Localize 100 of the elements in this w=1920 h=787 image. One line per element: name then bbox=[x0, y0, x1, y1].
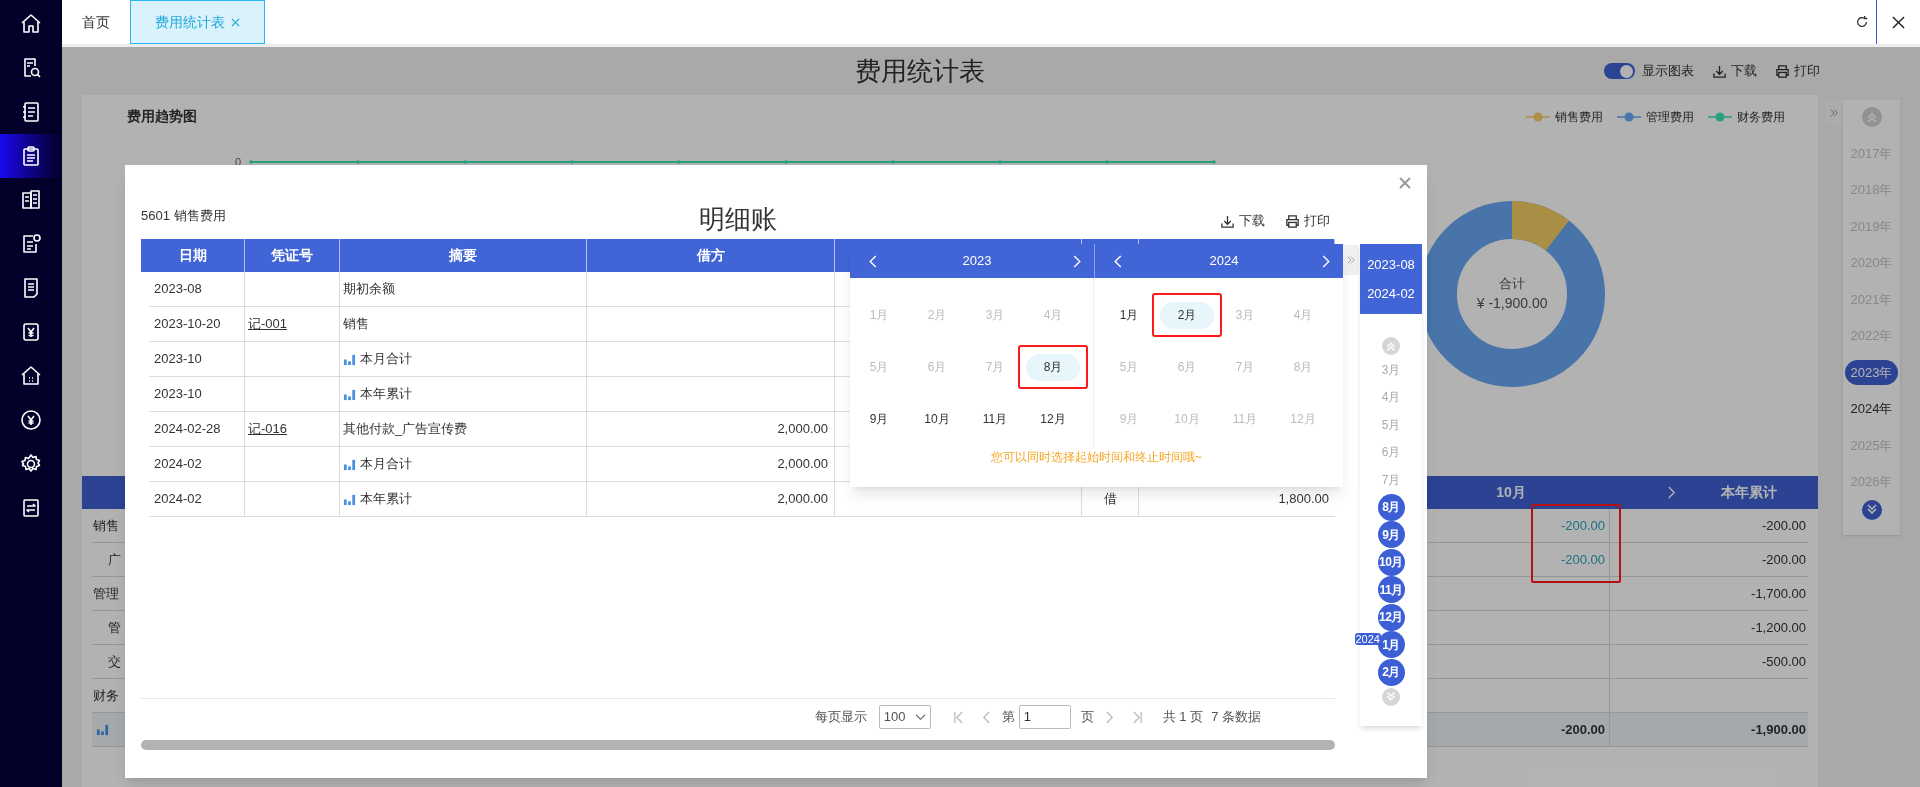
month-item[interactable]: 12月 bbox=[1377, 603, 1405, 631]
table-cell-text: 其他付款_广告宣传费 bbox=[343, 420, 468, 439]
page-size-select[interactable]: 100 bbox=[878, 705, 931, 729]
voucher-link[interactable]: 记-001 bbox=[245, 314, 288, 334]
row-label: 广 bbox=[108, 551, 121, 567]
year-item[interactable]: 2023年 bbox=[1844, 359, 1899, 385]
column-header: 日期 bbox=[178, 246, 207, 265]
bar-chart-icon bbox=[343, 352, 356, 366]
month-item[interactable]: 6月 bbox=[1381, 443, 1401, 462]
voucher-link[interactable]: 记-016 bbox=[245, 419, 288, 439]
page-title: 费用统计表 bbox=[855, 54, 985, 88]
bar-chart-icon bbox=[343, 457, 356, 471]
table-cell-text: -1,900.00 bbox=[1751, 720, 1806, 739]
month-item[interactable]: 3月 bbox=[1381, 360, 1401, 379]
row-label: 交 bbox=[108, 653, 121, 669]
print-button[interactable]: 打印 bbox=[1775, 61, 1820, 81]
bar-chart-icon bbox=[343, 492, 356, 506]
month-item[interactable]: 9月 bbox=[852, 405, 906, 433]
sidebar-item[interactable] bbox=[0, 134, 62, 178]
range-end: 2024-02 bbox=[1367, 285, 1415, 303]
chart-title: 费用趋势图 bbox=[127, 107, 197, 126]
table-cell-text: -200.00 bbox=[1761, 550, 1806, 569]
account-name: 5601 销售费用 bbox=[141, 207, 226, 226]
bar-chart-icon bbox=[343, 387, 356, 401]
download-button[interactable]: 下载 bbox=[1220, 211, 1265, 231]
table-cell-text: -200.00 bbox=[1560, 550, 1605, 569]
print-button[interactable]: 打印 bbox=[1285, 211, 1330, 231]
download-button[interactable]: 下载 bbox=[1712, 61, 1757, 81]
table-cell-text: 2,000.00 bbox=[777, 420, 828, 439]
month-item[interactable]: 8月 bbox=[1026, 353, 1080, 381]
table-cell-text: -500.00 bbox=[1761, 652, 1806, 671]
print-icon bbox=[1285, 213, 1300, 229]
scroll-down-icon[interactable] bbox=[1861, 500, 1882, 520]
table-cell-text: 期初余额 bbox=[343, 280, 395, 299]
last-page-button[interactable] bbox=[1131, 710, 1143, 724]
table-cell-text: 本月合计 bbox=[360, 350, 412, 369]
year-label: 2023 bbox=[961, 252, 993, 271]
tab[interactable]: 首页 bbox=[62, 0, 130, 44]
row-label: 财务 bbox=[93, 687, 119, 703]
month-item[interactable]: 9月 bbox=[1377, 521, 1405, 549]
table-cell-text: -200.00 bbox=[1560, 720, 1605, 739]
year-tag: 2024 bbox=[1354, 633, 1381, 645]
column-header: 10月 bbox=[1495, 483, 1527, 502]
month-item[interactable]: 4月 bbox=[1381, 388, 1401, 407]
month-item[interactable]: 1月 bbox=[1102, 301, 1156, 329]
month-item[interactable]: 10月 bbox=[910, 405, 964, 433]
download-icon bbox=[1712, 63, 1727, 79]
page-label: 页 bbox=[1080, 708, 1094, 727]
close-icon[interactable] bbox=[231, 17, 240, 27]
table-cell-text: -200.00 bbox=[1560, 516, 1605, 535]
first-page-button[interactable] bbox=[952, 710, 964, 724]
month-item[interactable]: 12月 bbox=[1026, 405, 1080, 433]
month-item[interactable]: 7月 bbox=[1381, 470, 1401, 489]
record-count: 7 条数据 bbox=[1211, 708, 1261, 727]
page-count: 共 1 页 bbox=[1162, 708, 1204, 727]
table-cell-text: 本年累计 bbox=[360, 490, 412, 509]
legend-label: 销售费用 bbox=[1555, 108, 1603, 126]
row-label: 销售 bbox=[93, 517, 119, 533]
month-item[interactable]: 2月 bbox=[1377, 658, 1405, 686]
print-icon bbox=[1775, 63, 1790, 79]
chevron-right-icon[interactable] bbox=[1667, 485, 1676, 500]
table-cell-text: 2,000.00 bbox=[777, 490, 828, 509]
month-item[interactable]: 2月 bbox=[1160, 301, 1214, 329]
table-cell-text: 借 bbox=[1103, 490, 1117, 509]
table-cell-text: 2023-10 bbox=[153, 385, 202, 404]
month-item[interactable]: 11月 bbox=[968, 405, 1022, 433]
close-icon bbox=[1399, 177, 1411, 189]
tab[interactable]: 费用统计表 bbox=[130, 0, 265, 44]
toggle-switch[interactable] bbox=[1604, 63, 1635, 79]
table-cell-text: 2024-02 bbox=[153, 455, 202, 474]
chevron-right-icon bbox=[1072, 254, 1081, 268]
home-icon bbox=[19, 12, 43, 36]
legend-label: 财务费用 bbox=[1737, 108, 1785, 126]
close-button[interactable] bbox=[1397, 175, 1413, 191]
page-input[interactable]: 1 bbox=[1018, 705, 1071, 729]
toggle-label: 显示图表 bbox=[1642, 62, 1694, 81]
scrollbar[interactable] bbox=[141, 740, 1335, 750]
row-label: 管理 bbox=[93, 585, 119, 601]
donut-total: ¥ -1,900.00 bbox=[1476, 294, 1548, 314]
chevron-left-icon bbox=[868, 254, 877, 268]
table-cell-text: 2024-02-28 bbox=[153, 420, 221, 439]
month-item[interactable]: 8月 bbox=[1377, 493, 1405, 521]
page-size-label: 每页显示 bbox=[814, 708, 867, 727]
table-cell-text: 2,000.00 bbox=[777, 455, 828, 474]
table-cell-text: 本年累计 bbox=[360, 385, 412, 404]
bar-chart-icon bbox=[96, 723, 109, 736]
month-item[interactable]: 11月 bbox=[1377, 576, 1405, 604]
column-header: 摘要 bbox=[449, 246, 477, 265]
building-icon bbox=[19, 188, 43, 212]
table-cell-text: -1,700.00 bbox=[1751, 584, 1806, 603]
column-header: 本年累计 bbox=[1721, 483, 1777, 502]
year-item[interactable]: 2024年 bbox=[1850, 399, 1893, 419]
column-header: 凭证号 bbox=[271, 246, 313, 265]
close-icon bbox=[1892, 15, 1905, 29]
yen-circle-icon bbox=[19, 408, 43, 432]
next-page-button[interactable] bbox=[1103, 710, 1115, 724]
legend-label: 管理费用 bbox=[1646, 108, 1694, 126]
month-item[interactable]: 10月 bbox=[1377, 548, 1405, 576]
month-item[interactable]: 5月 bbox=[1381, 415, 1401, 434]
previous-page-button[interactable] bbox=[980, 710, 992, 724]
